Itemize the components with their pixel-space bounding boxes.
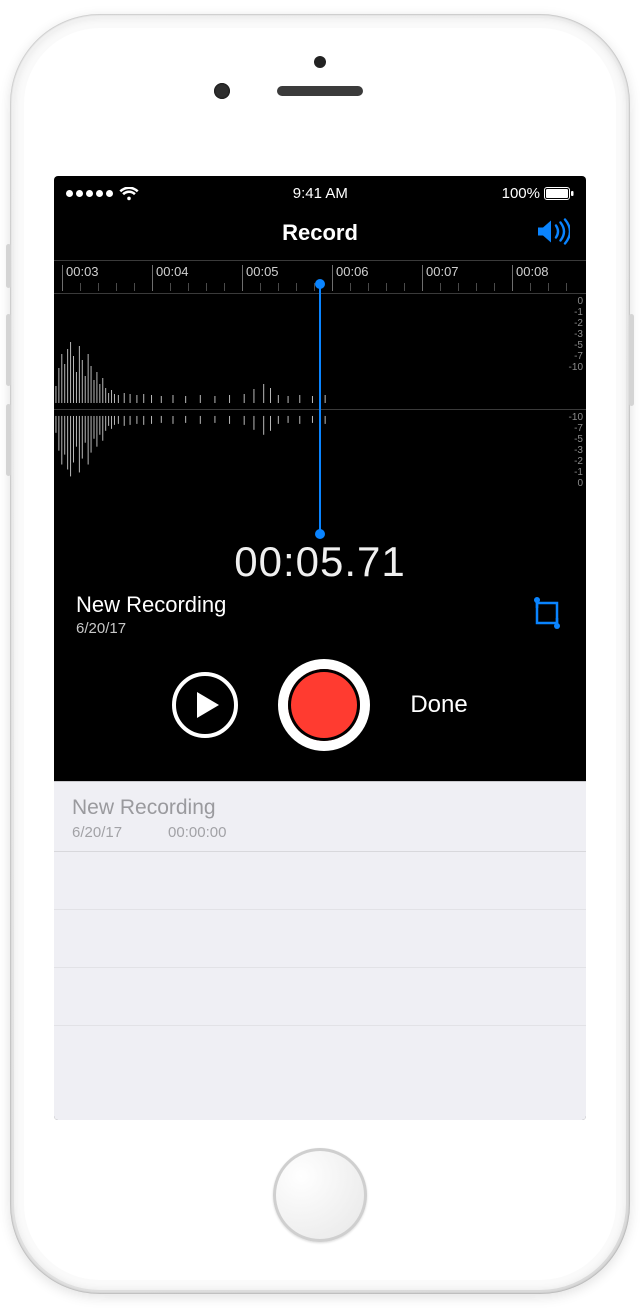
- list-empty-row: [54, 968, 586, 1026]
- status-left: [66, 187, 139, 201]
- waveform-svg-bottom: [54, 410, 347, 524]
- recording-title[interactable]: New Recording: [76, 592, 226, 618]
- elapsed-time: 00:05.71: [54, 538, 586, 586]
- volume-down-button: [6, 404, 11, 476]
- waveform-area[interactable]: 0-1-2-3-5-7-10: [54, 294, 586, 524]
- device-bezel: 9:41 AM 100% Record: [24, 28, 616, 1280]
- waveform-svg-top: [54, 294, 347, 409]
- proximity-sensor: [314, 56, 326, 68]
- status-time: 9:41 AM: [293, 185, 348, 202]
- wifi-icon: [119, 187, 139, 201]
- trim-button[interactable]: [530, 596, 564, 633]
- play-button[interactable]: [172, 672, 238, 738]
- home-button[interactable]: [273, 1148, 367, 1242]
- power-button: [629, 314, 634, 406]
- device-inner: 9:41 AM 100% Record: [14, 18, 626, 1290]
- transport-controls: Done: [54, 659, 586, 751]
- nav-bar: Record: [54, 206, 586, 260]
- record-button[interactable]: [278, 659, 370, 751]
- cellular-signal-icon: [66, 190, 113, 197]
- list-empty-row: [54, 910, 586, 968]
- nav-title: Record: [282, 220, 358, 246]
- battery-icon: [544, 187, 574, 200]
- list-item-title: New Recording: [72, 796, 568, 820]
- recording-meta-row: New Recording 6/20/17: [54, 586, 586, 637]
- play-icon: [195, 690, 221, 720]
- db-scale-top: 0-1-2-3-5-7-10: [569, 296, 583, 373]
- battery-percent: 100%: [502, 185, 540, 202]
- db-scale-bottom: -10-7-5-3-2-10: [569, 412, 583, 489]
- app-screen: 9:41 AM 100% Record: [54, 176, 586, 1120]
- recording-date: 6/20/17: [76, 620, 226, 637]
- list-item-date: 6/20/17: [72, 824, 122, 841]
- ringer-switch: [6, 244, 11, 288]
- list-item-duration: 00:00:00: [168, 824, 226, 841]
- recordings-list[interactable]: New Recording 6/20/17 00:00:00: [54, 781, 586, 1120]
- iphone-device-frame: 9:41 AM 100% Record: [10, 14, 630, 1294]
- playhead[interactable]: [319, 284, 321, 534]
- front-camera: [214, 83, 230, 99]
- volume-up-button: [6, 314, 11, 386]
- list-empty-row: [54, 852, 586, 910]
- record-icon: [288, 669, 360, 741]
- list-item[interactable]: New Recording 6/20/17 00:00:00: [54, 782, 586, 852]
- done-button[interactable]: Done: [410, 691, 467, 719]
- earpiece-speaker: [277, 86, 363, 96]
- status-right: 100%: [502, 185, 574, 202]
- speaker-output-button[interactable]: [536, 218, 570, 249]
- status-bar: 9:41 AM 100%: [54, 176, 586, 206]
